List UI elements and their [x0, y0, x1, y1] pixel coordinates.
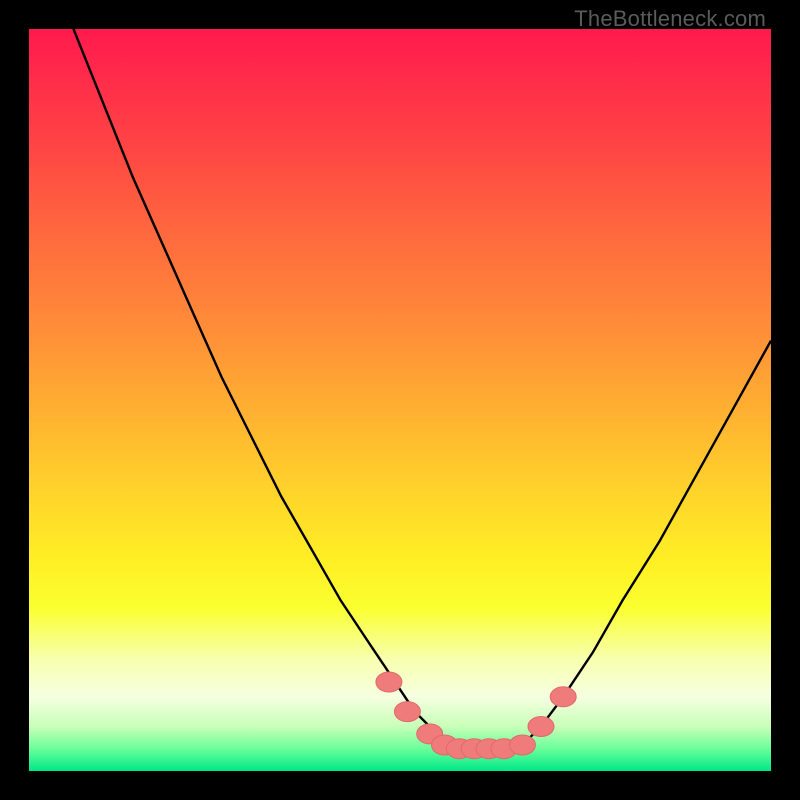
- marker-point: [476, 739, 502, 759]
- marker-point: [376, 672, 402, 692]
- marker-point: [394, 702, 420, 722]
- watermark-text: TheBottleneck.com: [574, 6, 766, 32]
- chart-svg: [29, 29, 771, 771]
- marker-point: [528, 717, 554, 737]
- marker-point: [550, 687, 576, 707]
- marker-point: [446, 739, 472, 759]
- chart-frame: TheBottleneck.com: [0, 0, 800, 800]
- marker-point: [432, 735, 458, 755]
- flat-bottom: [445, 741, 527, 748]
- marker-point: [461, 739, 487, 759]
- highlighted-points: [376, 672, 576, 759]
- left-curve: [74, 29, 445, 741]
- marker-point: [509, 735, 535, 755]
- plot-area: [29, 29, 771, 771]
- marker-point: [417, 724, 443, 744]
- marker-point: [491, 739, 517, 759]
- right-curve: [526, 341, 771, 742]
